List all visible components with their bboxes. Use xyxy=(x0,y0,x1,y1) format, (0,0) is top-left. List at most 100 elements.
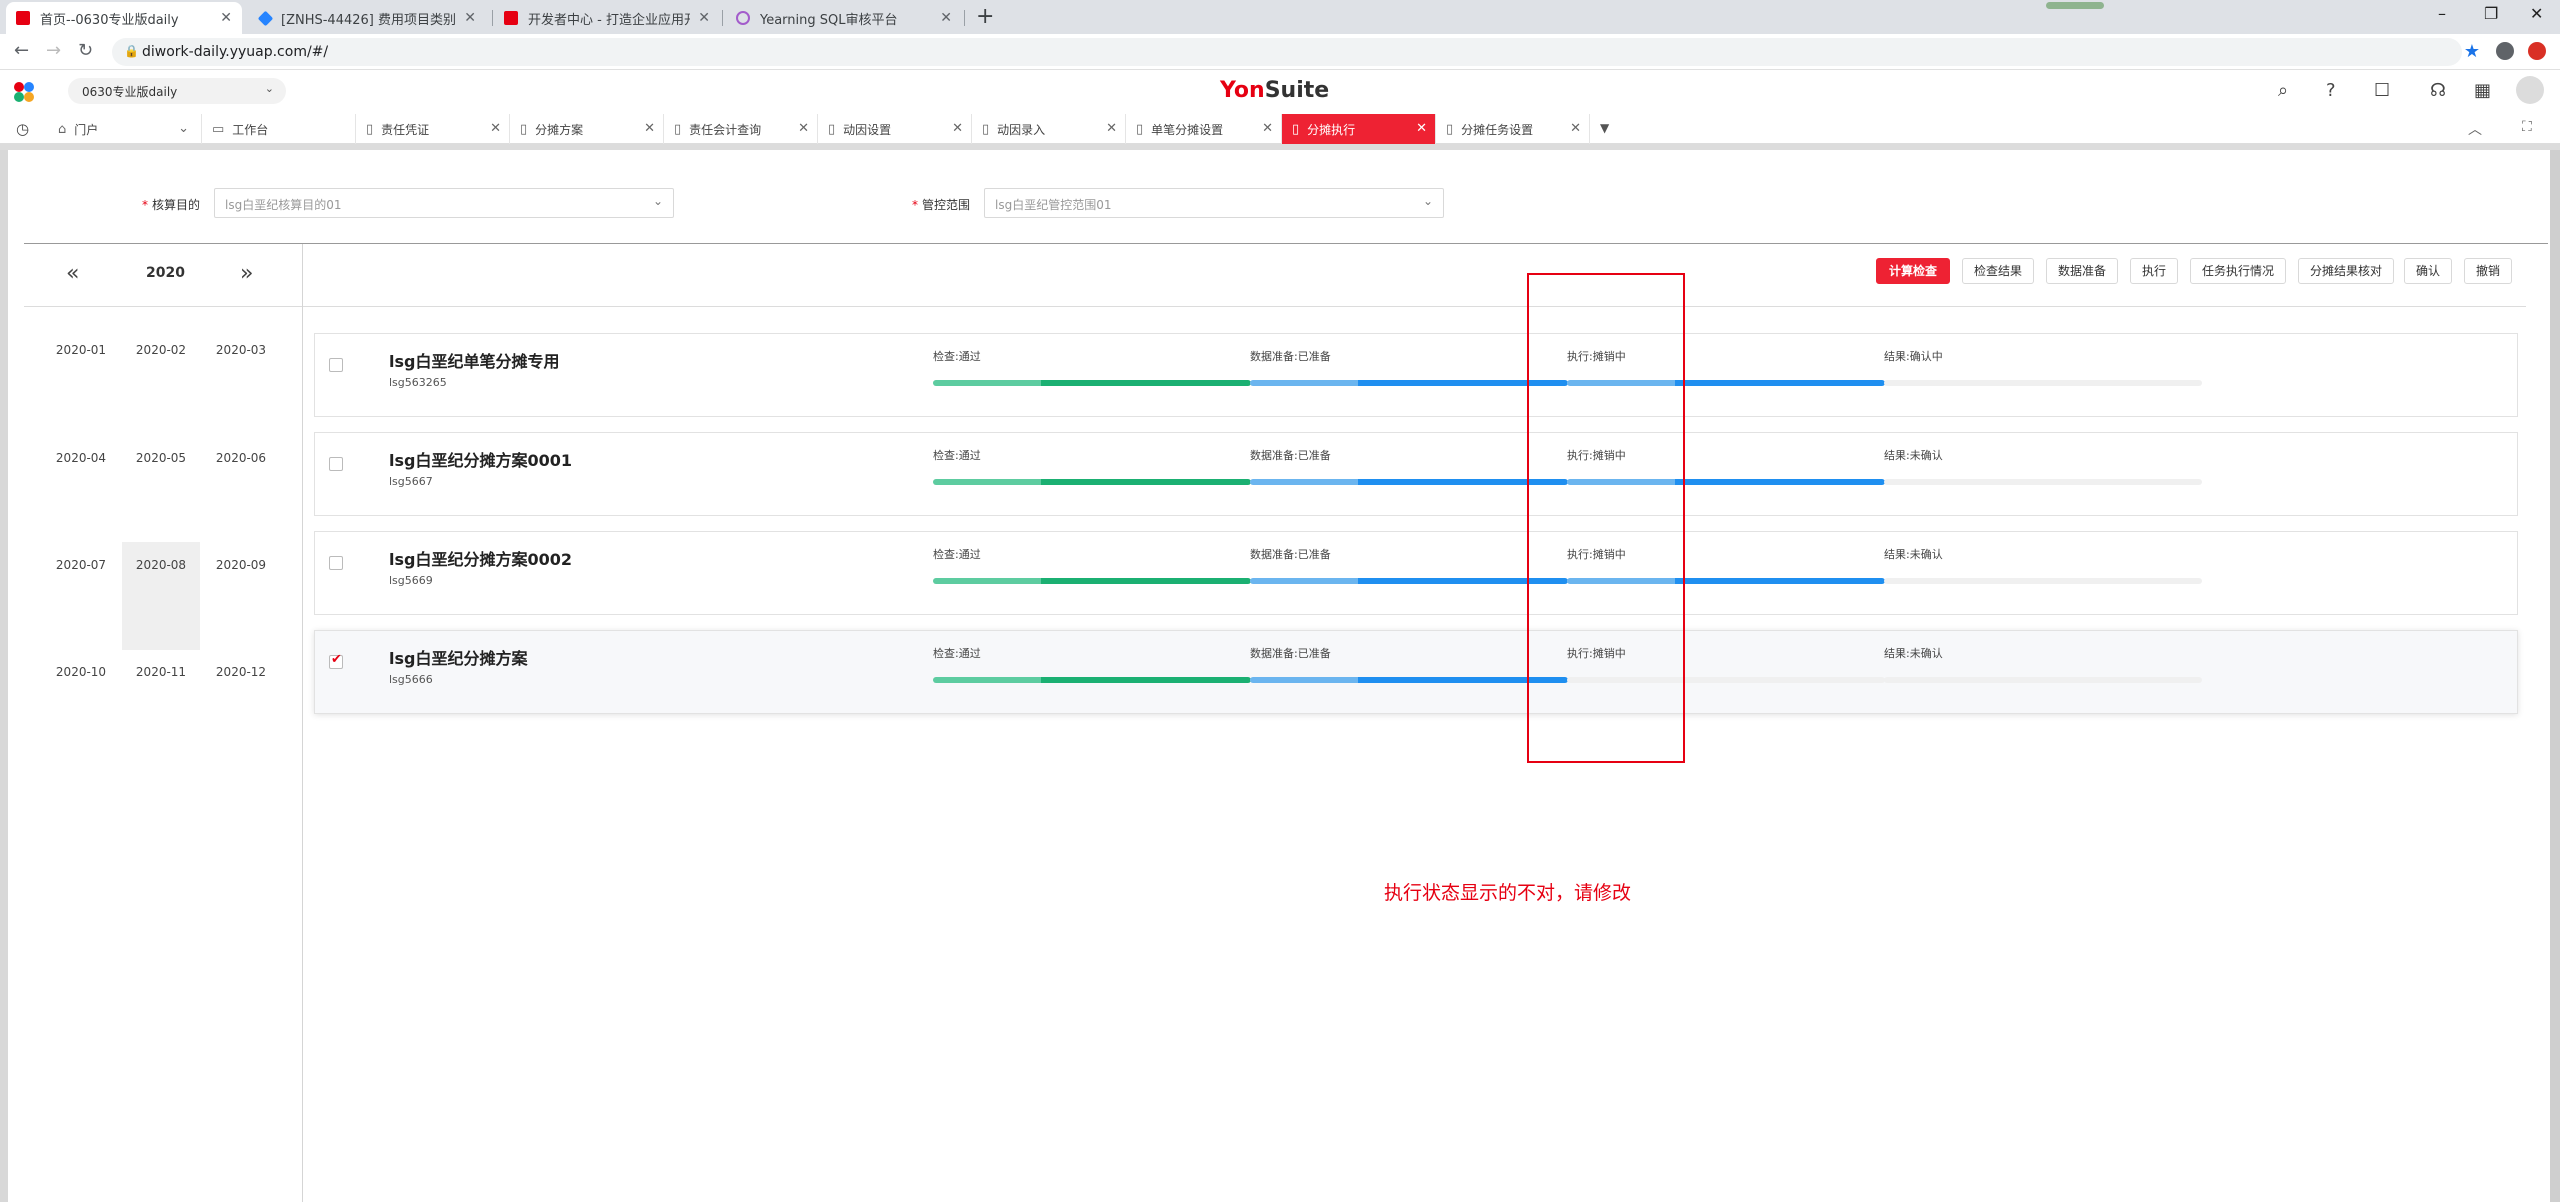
fullscreen-icon[interactable]: ⛶ xyxy=(2522,119,2532,135)
avatar-icon[interactable] xyxy=(2516,76,2544,104)
message-icon[interactable]: ☐ xyxy=(2374,80,2390,101)
extension-icon[interactable] xyxy=(2528,42,2546,60)
search-icon[interactable]: ⌕ xyxy=(2278,80,2288,101)
forward-icon[interactable]: → xyxy=(46,40,61,61)
task-checkbox[interactable] xyxy=(329,457,343,471)
close-icon[interactable]: ✕ xyxy=(952,121,963,136)
history-icon[interactable]: ◷ xyxy=(16,120,29,138)
tab-label: 责任凭证 xyxy=(381,122,430,137)
window-drag-indicator xyxy=(2046,2,2104,9)
month-cell[interactable]: 2020-12 xyxy=(202,655,280,763)
close-window-button[interactable]: ✕ xyxy=(2530,4,2543,23)
month-cell-selected[interactable]: 2020-08 xyxy=(122,542,200,650)
prev-year-button[interactable]: « xyxy=(66,261,79,286)
yearning-favicon-icon xyxy=(736,11,750,25)
stage-label: 数据准备:已准备 xyxy=(1250,350,1331,363)
tab-alloc-plan[interactable]: ▯ 分摊方案 ✕ xyxy=(510,114,664,144)
close-icon[interactable]: ✕ xyxy=(1106,121,1117,136)
chevron-down-icon[interactable]: ⌄ xyxy=(178,121,189,136)
stage-progress: 数据准备:已准备 xyxy=(1250,348,1568,386)
doc-icon: ▯ xyxy=(1446,121,1454,137)
close-tab-icon[interactable]: ✕ xyxy=(698,10,710,26)
calc-check-button[interactable]: 计算检查 xyxy=(1876,258,1950,284)
progress-track xyxy=(1250,479,1568,485)
month-cell[interactable]: 2020-07 xyxy=(42,548,120,656)
close-icon[interactable]: ✕ xyxy=(1262,121,1273,136)
close-icon[interactable]: ✕ xyxy=(798,121,809,136)
month-cell[interactable]: 2020-11 xyxy=(122,655,200,763)
browser-tab[interactable]: 开发者中心 - 打造企业应用开发… ✕ xyxy=(494,2,720,34)
task-card[interactable]: lsg白垩纪分摊方案0001 lsg5667 检查:通过 数据准备:已准备 执行:摊销中… xyxy=(314,432,2518,516)
task-checkbox[interactable] xyxy=(329,358,343,372)
accounting-purpose-select[interactable]: lsg白垩纪核算目的01 ⌄ xyxy=(214,188,674,218)
tab-alloc-execute[interactable]: ▯ 分摊执行 ✕ xyxy=(1282,114,1436,144)
browser-tab[interactable]: [ZNHS-44426] 费用项目类别导… ✕ xyxy=(250,2,486,34)
app-header: 0630专业版daily ⌄ YonSuite ⌕ ? ☐ ☊ ▦ xyxy=(0,70,2560,114)
cancel-button[interactable]: 撤销 xyxy=(2464,258,2512,284)
month-cell[interactable]: 2020-03 xyxy=(202,333,280,441)
app-launcher-icon[interactable] xyxy=(12,80,36,104)
doc-icon: ▯ xyxy=(1136,121,1144,137)
tab-single-alloc[interactable]: ▯ 单笔分摊设置 ✕ xyxy=(1126,114,1282,144)
back-icon[interactable]: ← xyxy=(14,40,29,61)
task-card[interactable]: lsg白垩纪分摊方案0002 lsg5669 检查:通过 数据准备:已准备 执行:摊销中… xyxy=(314,531,2518,615)
result-check-button[interactable]: 分摊结果核对 xyxy=(2298,258,2394,284)
stage-progress: 检查:通过 xyxy=(933,546,1251,584)
task-status-button[interactable]: 任务执行情况 xyxy=(2190,258,2286,284)
tab-portal[interactable]: ⌂ 门户 ⌄ xyxy=(48,114,202,144)
close-icon[interactable]: ✕ xyxy=(1416,121,1427,136)
tab-workbench[interactable]: ▭ 工作台 xyxy=(202,114,356,144)
close-icon[interactable]: ✕ xyxy=(644,121,655,136)
minimize-button[interactable]: – xyxy=(2438,4,2446,23)
month-cell[interactable]: 2020-01 xyxy=(42,333,120,441)
month-cell[interactable]: 2020-06 xyxy=(202,441,280,549)
url-field[interactable]: 🔒 diwork-daily.yyuap.com/#/ ★ xyxy=(112,38,2480,66)
tab-label: 门户 xyxy=(74,122,99,137)
tab-resp-voucher[interactable]: ▯ 责任凭证 ✕ xyxy=(356,114,510,144)
reload-icon[interactable]: ↻ xyxy=(78,40,93,61)
month-cell[interactable]: 2020-10 xyxy=(42,655,120,763)
close-tab-icon[interactable]: ✕ xyxy=(220,10,232,26)
data-prepare-button[interactable]: 数据准备 xyxy=(2046,258,2118,284)
headset-icon[interactable]: ☊ xyxy=(2430,80,2446,101)
progress-track xyxy=(933,578,1251,584)
confirm-button[interactable]: 确认 xyxy=(2404,258,2452,284)
close-tab-icon[interactable]: ✕ xyxy=(940,10,952,26)
bookmark-star-icon[interactable]: ★ xyxy=(2464,41,2480,62)
tab-resp-query[interactable]: ▯ 责任会计查询 ✕ xyxy=(664,114,818,144)
calendar-icon[interactable]: ▦ xyxy=(2474,80,2491,101)
tenant-selector[interactable]: 0630专业版daily ⌄ xyxy=(68,78,286,104)
close-icon[interactable]: ✕ xyxy=(1570,121,1581,136)
restore-button[interactable]: ❐ xyxy=(2484,4,2498,23)
next-year-button[interactable]: » xyxy=(240,261,253,286)
new-tab-button[interactable]: + xyxy=(976,4,994,29)
profile-icon[interactable] xyxy=(2496,42,2514,60)
month-cell[interactable]: 2020-04 xyxy=(42,441,120,549)
task-checkbox[interactable]: ✔ xyxy=(329,652,343,669)
close-icon[interactable]: ✕ xyxy=(490,121,501,136)
doc-icon: ▯ xyxy=(674,121,682,137)
collapse-icon[interactable]: ︿ xyxy=(2468,119,2482,139)
browser-tab[interactable]: Yearning SQL审核平台 ✕ xyxy=(726,2,962,34)
tab-driver-entry[interactable]: ▯ 动因录入 ✕ xyxy=(972,114,1126,144)
task-card[interactable]: ✔ lsg白垩纪分摊方案 lsg5666 检查:通过 数据准备:已准备 执行:摊销中 结果:… xyxy=(314,630,2518,714)
task-card[interactable]: lsg白垩纪单笔分摊专用 lsg563265 检查:通过 数据准备:已准备 执行:摊销中… xyxy=(314,333,2518,417)
execute-button[interactable]: 执行 xyxy=(2130,258,2178,284)
browser-tab[interactable]: 首页--0630专业版daily ✕ xyxy=(6,2,242,34)
tab-driver-settings[interactable]: ▯ 动因设置 ✕ xyxy=(818,114,972,144)
task-checkbox[interactable] xyxy=(329,556,343,570)
help-icon[interactable]: ? xyxy=(2326,80,2336,101)
filter-divider xyxy=(24,243,2548,244)
month-cell[interactable]: 2020-02 xyxy=(122,333,200,441)
doc-icon: ▯ xyxy=(1292,121,1300,137)
close-tab-icon[interactable]: ✕ xyxy=(464,10,476,26)
accounting-purpose-label: * 核算目的 xyxy=(142,198,201,212)
more-tabs-icon[interactable]: ▼ xyxy=(1600,121,1609,135)
yonyou-favicon-icon xyxy=(16,11,30,25)
control-scope-select[interactable]: lsg白垩纪管控范围01 ⌄ xyxy=(984,188,1444,218)
right-scrollbar[interactable] xyxy=(2550,150,2560,1202)
month-cell[interactable]: 2020-05 xyxy=(122,441,200,549)
check-result-button[interactable]: 检查结果 xyxy=(1962,258,2034,284)
tab-alloc-task[interactable]: ▯ 分摊任务设置 ✕ xyxy=(1436,114,1590,144)
month-cell[interactable]: 2020-09 xyxy=(202,548,280,656)
